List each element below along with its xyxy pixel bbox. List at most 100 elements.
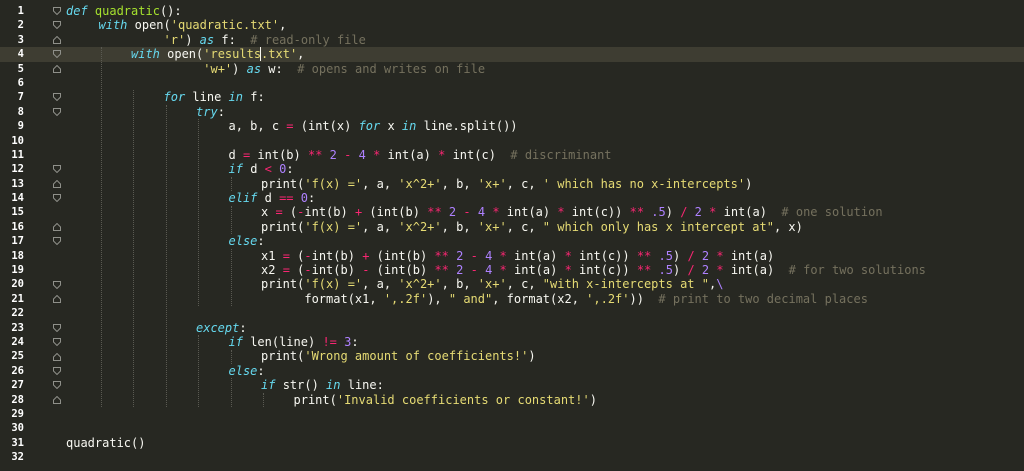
code-line[interactable]: 11 d = int(b) ** 2 - 4 * int(a) * int(c) …: [0, 148, 1024, 162]
fold-open-icon[interactable]: [53, 50, 61, 59]
code-token: ): [528, 349, 536, 364]
code-token: , a,: [362, 219, 399, 234]
code-line[interactable]: 32: [0, 450, 1024, 464]
keyword-token: for: [358, 119, 388, 134]
line-text: 'w+') as w: # opens and writes on file: [131, 62, 485, 76]
fold-open-icon[interactable]: [53, 237, 61, 246]
code-line[interactable]: 6: [0, 76, 1024, 90]
fold-open-icon[interactable]: [53, 107, 61, 117]
code-line[interactable]: 23 except:: [0, 321, 1024, 335]
operator-token: *: [492, 205, 500, 220]
fold-open-icon[interactable]: [53, 165, 61, 174]
keyword-token: if: [228, 334, 251, 349]
line-text: with open('quadratic.txt',: [99, 18, 287, 32]
line-number: 30: [11, 422, 24, 435]
line-text: else:: [229, 364, 265, 378]
number-token: 4: [358, 147, 366, 162]
fold-open-icon[interactable]: [53, 93, 61, 102]
code-line[interactable]: 28 print('Invalid coefficients or constan…: [0, 393, 1024, 407]
code-line[interactable]: 12 if d < 0:: [0, 162, 1024, 176]
number-token: .5: [658, 248, 673, 263]
operator-token: **: [434, 263, 449, 278]
line-text: if len(line) != 3:: [229, 335, 359, 349]
code-line[interactable]: 2 with open('quadratic.txt',: [0, 18, 1024, 32]
line-text: x = (-int(b) + (int(b) ** 2 - 4 * int(a)…: [261, 205, 883, 219]
code-token: , b,: [441, 219, 478, 234]
indent-guide: [230, 176, 232, 192]
code-line[interactable]: 26 else:: [0, 364, 1024, 378]
code-line[interactable]: 27 if str() in line:: [0, 378, 1024, 392]
fold-open-icon[interactable]: [53, 7, 61, 16]
code-token: ): [672, 263, 688, 278]
code-token: print(: [261, 219, 305, 234]
operator-token: -: [470, 263, 478, 278]
code-token: ),: [427, 291, 449, 306]
fold-end-icon: [53, 179, 61, 188]
code-line[interactable]: 8 try:: [0, 105, 1024, 119]
operator-token: !=: [322, 334, 337, 349]
code-line[interactable]: 1 def quadratic():: [0, 4, 1024, 18]
code-line[interactable]: 21 format(x1, ',.2f'), " and", format(x2…: [0, 292, 1024, 306]
code-line[interactable]: 25 print('Wrong amount of coefficients!'): [0, 349, 1024, 363]
fold-open-icon[interactable]: [53, 280, 61, 289]
code-token: ():: [159, 4, 182, 18]
code-token: x: [261, 205, 276, 220]
code-line[interactable]: 17 else:: [0, 234, 1024, 248]
keyword-token: def: [66, 4, 95, 18]
line-number: 32: [11, 451, 24, 464]
operator-token: =: [282, 263, 290, 278]
line-number: 5: [17, 62, 24, 75]
fold-open-icon[interactable]: [53, 21, 61, 30]
code-line[interactable]: 22: [0, 306, 1024, 320]
code-area[interactable]: 1 def quadratic(): 2 with open('quadratic.t…: [0, 4, 1024, 465]
code-token: (: [289, 263, 305, 278]
code-line[interactable]: 19 x2 = (-int(b) - (int(b) ** 2 - 4 * int…: [0, 263, 1024, 277]
code-line[interactable]: 5 'w+') as w: # opens and writes on file: [0, 62, 1024, 76]
code-token: :: [217, 104, 225, 119]
fold-open-icon[interactable]: [53, 323, 61, 333]
code-line[interactable]: 16 print('f(x) =', a, 'x^2+', b, 'x+', c,…: [0, 220, 1024, 234]
string-token: 'f(x) =': [304, 219, 363, 234]
fold-open-icon[interactable]: [53, 338, 61, 347]
code-token: (int(b): [362, 205, 428, 220]
code-line[interactable]: 15 x = (-int(b) + (int(b) ** 2 - 4 * int(…: [0, 205, 1024, 219]
code-line[interactable]: 4 with open('results.txt',: [0, 47, 1024, 62]
code-line[interactable]: 20 print('f(x) =', a, 'x^2+', b, 'x+', c,…: [0, 277, 1024, 291]
code-token: quadratic(): [66, 435, 146, 450]
fold-open-icon[interactable]: [53, 381, 61, 390]
fold-open-icon[interactable]: [53, 367, 61, 376]
code-line[interactable]: 30: [0, 421, 1024, 435]
code-line[interactable]: 31 quadratic(): [0, 436, 1024, 450]
code-token: int(c)): [564, 205, 630, 220]
code-token: a, b, c: [228, 119, 287, 134]
string-token: .txt': [261, 47, 298, 62]
code-line[interactable]: 9 a, b, c = (int(x) for x in line.split()…: [0, 119, 1024, 133]
code-token: int(c)): [571, 248, 637, 263]
string-token: 'quadratic.txt': [170, 18, 280, 33]
string-token: " which only has x intercept at": [542, 219, 774, 234]
fold-open-icon[interactable]: [53, 194, 61, 203]
code-token: len(line): [250, 334, 323, 349]
code-line[interactable]: 3 'r') as f: # read-only file: [0, 33, 1024, 47]
code-line[interactable]: 13 print('f(x) =', a, 'x^2+', b, 'x+', c,…: [0, 177, 1024, 191]
code-line[interactable]: 24 if len(line) != 3:: [0, 335, 1024, 349]
keyword-token: for: [163, 90, 193, 105]
code-token: :: [286, 162, 294, 177]
code-line[interactable]: 18 x1 = (-int(b) + (int(b) ** 2 - 4 * int…: [0, 249, 1024, 263]
code-editor[interactable]: 1 def quadratic(): 2 with open('quadratic.t…: [0, 0, 1024, 471]
code-line[interactable]: 14 elif d == 0:: [0, 191, 1024, 205]
string-token: 'Wrong amount of coefficients!': [304, 349, 529, 364]
line-number: 16: [11, 220, 24, 233]
operator-token: *: [499, 263, 507, 278]
code-line[interactable]: 10: [0, 134, 1024, 148]
code-line[interactable]: 7 for line in f:: [0, 90, 1024, 104]
code-line[interactable]: 29: [0, 407, 1024, 421]
line-number: 21: [11, 292, 24, 305]
keyword-token: try: [196, 104, 218, 119]
